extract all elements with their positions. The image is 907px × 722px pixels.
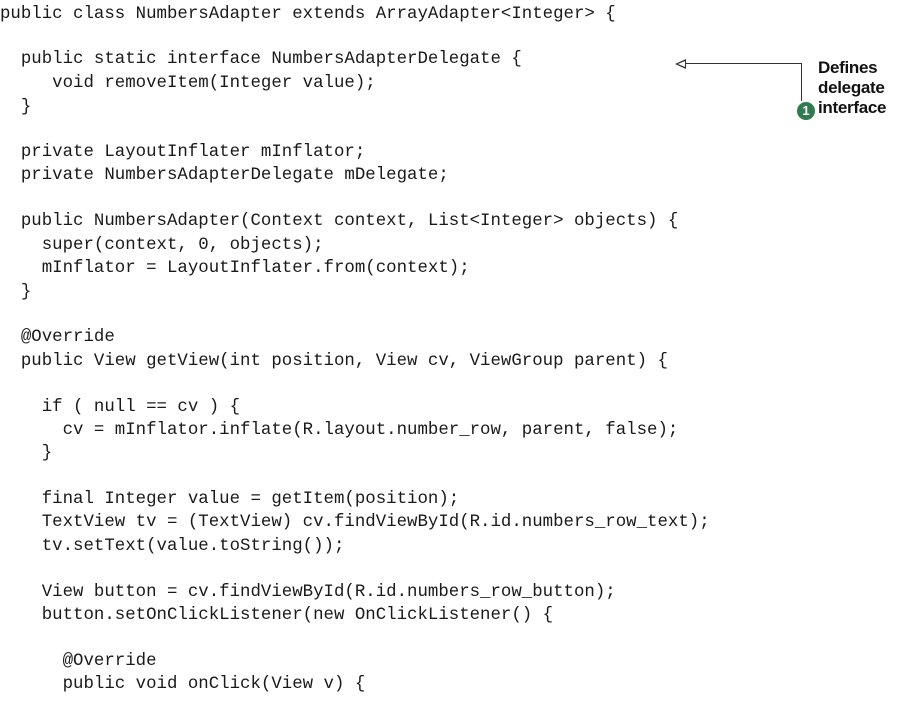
code-line: public NumbersAdapter(Context context, L… [0,212,679,231]
code-line: View button = cv.findViewById(R.id.numbe… [0,583,616,602]
callout-label-line: delegate [818,78,885,97]
callout-leader-vertical [801,63,802,101]
code-line: super(context, 0, objects); [0,236,324,255]
callout-arrow-fill [678,61,685,67]
callout-label-line: interface [818,98,887,117]
code-line: } [0,98,32,117]
code-listing: public class NumbersAdapter extends Arra… [0,0,907,722]
callout-number-badge: 1 [797,102,815,120]
code-line: button.setOnClickListener(new OnClickLis… [0,606,554,625]
code-line: TextView tv = (TextView) cv.findViewById… [0,513,710,532]
callout-label: Defines delegate interface [818,58,886,118]
code-line: public static interface NumbersAdapterDe… [0,50,522,69]
code-line: void removeItem(Integer value); [0,74,376,93]
code-line: tv.setText(value.toString()); [0,537,345,556]
code-line: private NumbersAdapterDelegate mDelegate… [0,166,449,185]
code-line: if ( null == cv ) { [0,398,241,417]
code-line: public class NumbersAdapter extends Arra… [0,5,616,24]
code-line: } [0,444,53,463]
code-line: @Override [0,652,157,671]
code-line: } [0,283,32,302]
callout-label-line: Defines [818,58,878,77]
code-line: public View getView(int position, View c… [0,352,668,371]
code-line: cv = mInflator.inflate(R.layout.number_r… [0,421,679,440]
code-line: public void onClick(View v) { [0,675,366,694]
code-line: mInflator = LayoutInflater.from(context)… [0,259,470,278]
code-line: @Override [0,328,115,347]
code-line: final Integer value = getItem(position); [0,490,460,509]
code-line: private LayoutInflater mInflator; [0,143,366,162]
callout-leader-horizontal [685,63,802,64]
